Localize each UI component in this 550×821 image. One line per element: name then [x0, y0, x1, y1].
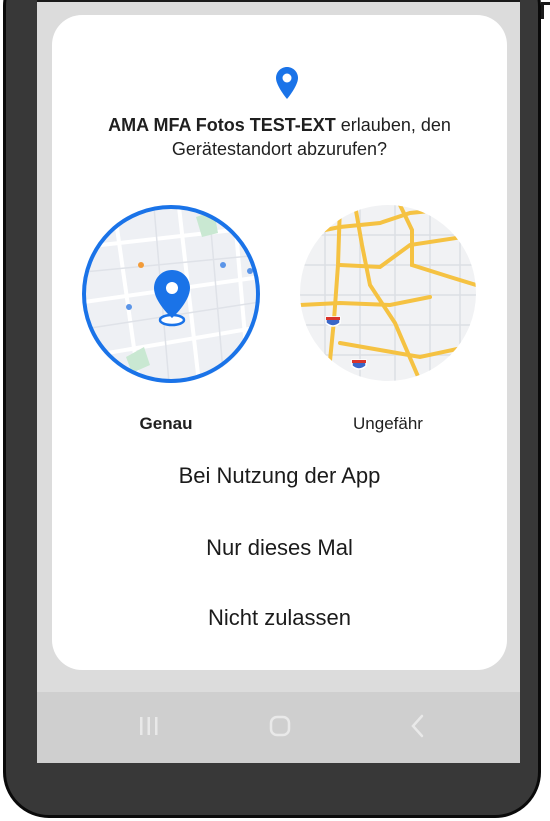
deny-button[interactable]: Nicht zulassen	[52, 605, 507, 631]
dialog-title-app-name: AMA MFA Fotos TEST-EXT	[108, 115, 336, 135]
selected-ring	[82, 205, 260, 383]
back-icon[interactable]	[408, 714, 428, 738]
location-permission-dialog: AMA MFA Fotos TEST-EXT erlauben, den Ger…	[52, 15, 507, 670]
approximate-location-option[interactable]: Ungefähr	[292, 205, 482, 433]
corner-mark	[541, 2, 550, 19]
approximate-label: Ungefähr	[353, 414, 423, 433]
screen: AMA MFA Fotos TEST-EXT erlauben, den Ger…	[37, 0, 520, 763]
only-this-time-button[interactable]: Nur dieses Mal	[52, 535, 507, 561]
location-pin-icon	[276, 67, 298, 99]
home-icon[interactable]	[268, 714, 292, 738]
screen-top-edge	[37, 0, 520, 2]
navigation-bar	[37, 692, 520, 763]
recents-icon[interactable]	[138, 714, 160, 738]
precise-label: Genau	[139, 414, 193, 433]
while-using-app-button[interactable]: Bei Nutzung der App	[52, 463, 507, 489]
dialog-title: AMA MFA Fotos TEST-EXT erlauben, den Ger…	[62, 113, 497, 161]
approximate-map-image	[300, 205, 476, 381]
phone: AMA MFA Fotos TEST-EXT erlauben, den Ger…	[0, 0, 550, 821]
precise-location-option[interactable]: Genau	[82, 205, 262, 433]
